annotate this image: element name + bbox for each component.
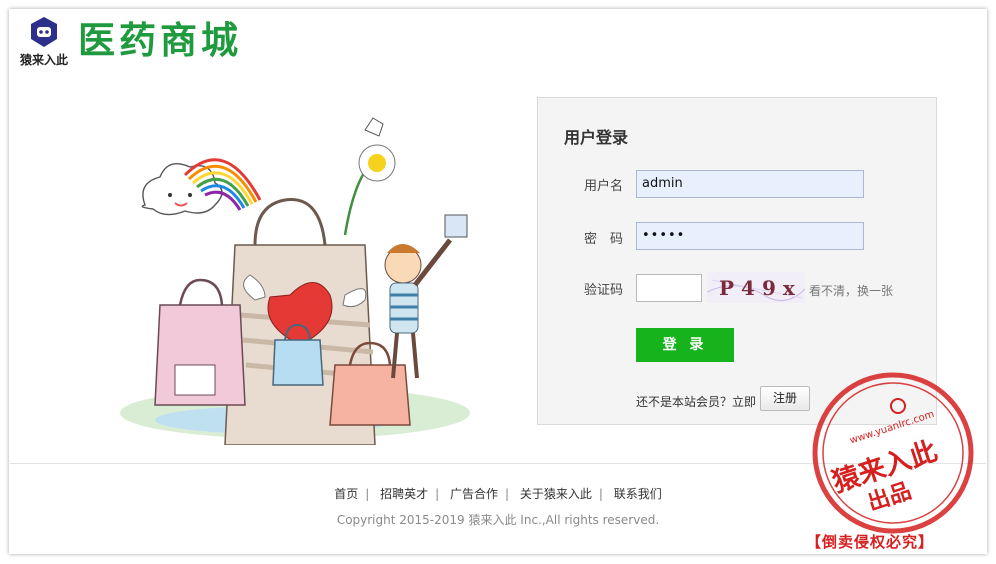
site-logo[interactable]: 猿来入此 [14,16,74,70]
footer-separator: | [365,487,370,501]
footer-link-about[interactable]: 关于猿来入此 [520,487,592,501]
footer-link-home[interactable]: 首页 [334,487,358,501]
captcha-image[interactable]: P49x [707,272,805,303]
footer-separator: | [435,487,440,501]
robot-head-badge-icon [31,17,57,47]
watermark-caption: 【倒卖侵权必究】 [806,533,935,551]
brand-title: 医药商城 [78,18,242,62]
login-title: 用户登录 [564,128,629,147]
password-input[interactable]: ••••• [636,222,864,250]
captcha-refresh-link[interactable]: 看不清，换一张 [809,282,893,299]
password-label: 密 码 [584,232,624,247]
username-label: 用户名 [584,179,624,194]
watermark-stamp: www.yuanlrc.com 猿来入此 出品 [812,372,974,534]
username-input[interactable]: admin [636,170,864,198]
shopping-bags-illustration [120,117,470,445]
footer-separator: | [505,487,510,501]
logo-text: 猿来入此 [19,53,68,67]
footer-separator: | [598,487,603,501]
footer-link-contact[interactable]: 联系我们 [614,487,662,501]
footer-link-jobs[interactable]: 招聘英才 [380,487,428,501]
login-button[interactable]: 登 录 [636,328,734,362]
captcha-text: P49x [719,276,802,300]
captcha-input[interactable] [636,274,702,302]
footer-link-ads[interactable]: 广告合作 [450,487,498,501]
register-button[interactable]: 注册 [760,386,810,411]
captcha-label: 验证码 [584,283,624,298]
register-prompt: 还不是本站会员？立即 [636,395,757,409]
